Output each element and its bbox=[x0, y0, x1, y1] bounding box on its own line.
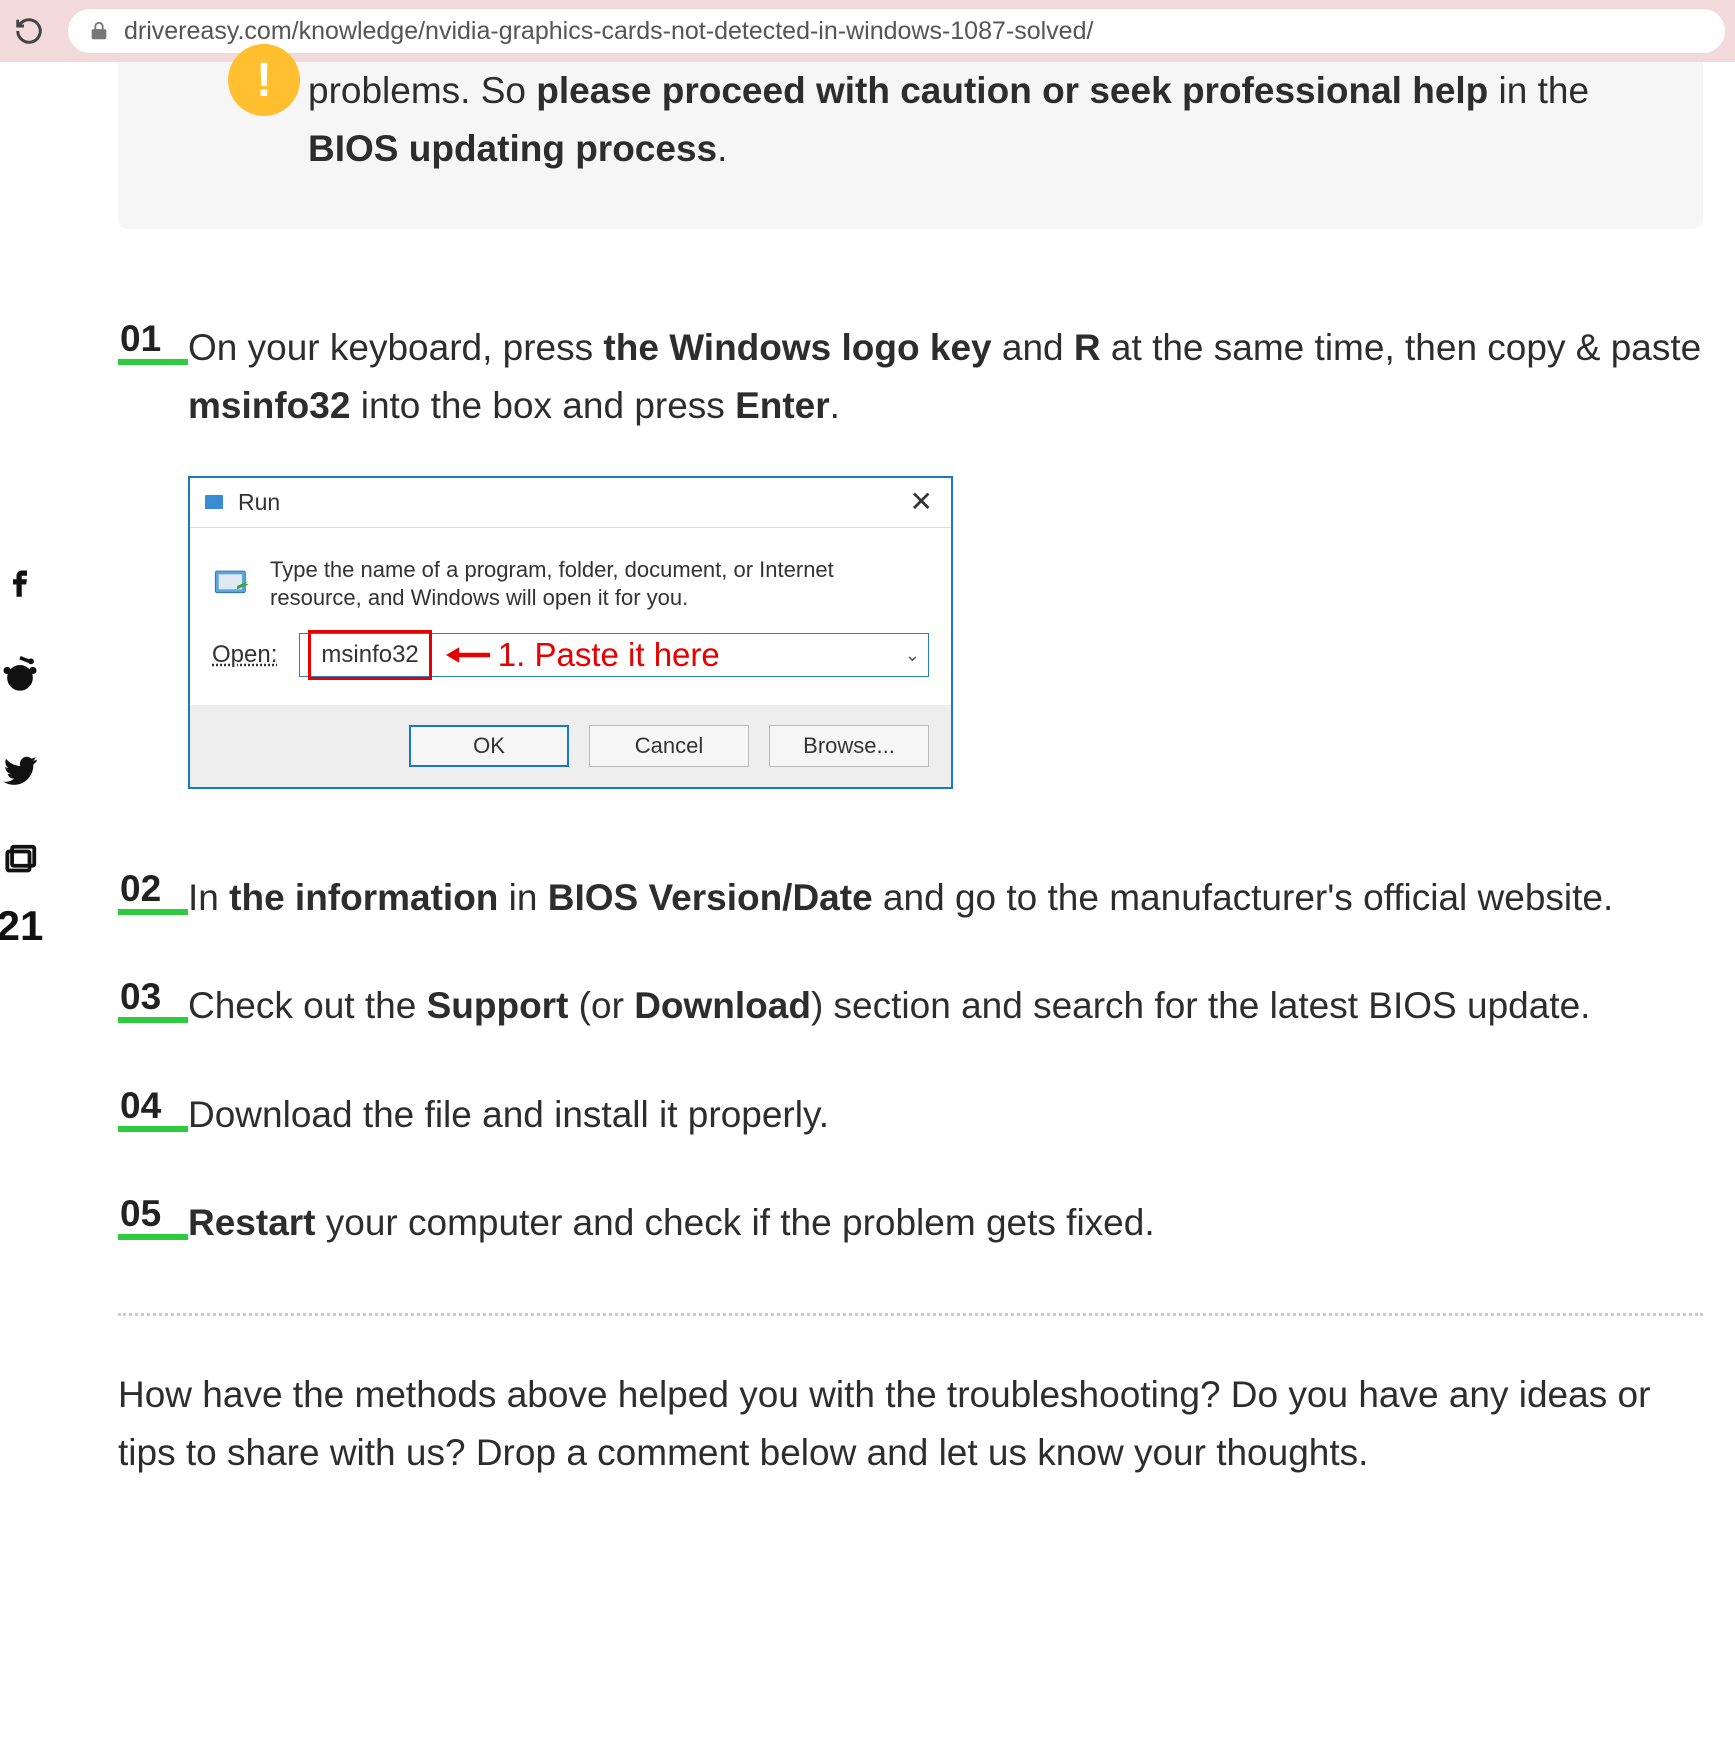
step-number: 03 bbox=[118, 977, 188, 1023]
section-divider bbox=[118, 1313, 1703, 1316]
step-03: 03Check out the Support (or Download) se… bbox=[118, 977, 1703, 1035]
page-url: drivereasy.com/knowledge/nvidia-graphics… bbox=[124, 17, 1093, 46]
run-dialog-titlebar: Run ✕ bbox=[190, 478, 951, 528]
step-01: 01On your keyboard, press the Windows lo… bbox=[118, 319, 1703, 789]
step-body: Check out the Support (or Download) sect… bbox=[188, 977, 1703, 1035]
chevron-down-icon[interactable]: ⌄ bbox=[905, 641, 920, 669]
closing-paragraph: How have the methods above helped you wi… bbox=[118, 1366, 1703, 1483]
warning-icon: ! bbox=[228, 44, 300, 116]
step-body: In the information in BIOS Version/Date … bbox=[188, 869, 1703, 927]
open-label: Open: bbox=[212, 636, 277, 674]
step-body: Download the file and install it properl… bbox=[188, 1086, 1703, 1144]
step-04: 04Download the file and install it prope… bbox=[118, 1086, 1703, 1144]
open-input-value: msinfo32 bbox=[308, 630, 431, 680]
ok-button[interactable]: OK bbox=[409, 725, 569, 767]
browse-button[interactable]: Browse... bbox=[769, 725, 929, 767]
step-number: 04 bbox=[118, 1086, 188, 1132]
run-title-text: Run bbox=[238, 484, 280, 520]
step-body: On your keyboard, press the Windows logo… bbox=[188, 319, 1703, 789]
run-dialog: Run ✕ Type the name of a program, folder… bbox=[188, 476, 953, 789]
step-number: 05 bbox=[118, 1194, 188, 1240]
run-description: Type the name of a program, folder, docu… bbox=[270, 556, 929, 613]
share-count: 21 bbox=[0, 902, 43, 950]
address-url-field[interactable]: drivereasy.com/knowledge/nvidia-graphics… bbox=[68, 9, 1725, 53]
open-input[interactable]: msinfo32 1. Paste it here ⌄ bbox=[299, 633, 929, 677]
step-body: Restart your computer and check if the p… bbox=[188, 1194, 1703, 1252]
reload-icon[interactable] bbox=[10, 12, 48, 50]
step-02: 02In the information in BIOS Version/Dat… bbox=[118, 869, 1703, 927]
step-number: 01 bbox=[118, 319, 188, 365]
close-icon[interactable]: ✕ bbox=[904, 480, 939, 524]
warning-text: problems. So please proceed with caution… bbox=[308, 62, 1653, 179]
step-number: 02 bbox=[118, 869, 188, 915]
copy-link-icon[interactable] bbox=[1, 842, 39, 890]
facebook-icon[interactable] bbox=[0, 560, 41, 612]
step-05: 05Restart your computer and check if the… bbox=[118, 1194, 1703, 1252]
cancel-button[interactable]: Cancel bbox=[589, 725, 749, 767]
social-share-rail: 21 bbox=[0, 560, 40, 950]
lock-icon bbox=[88, 20, 110, 42]
run-app-icon bbox=[202, 490, 226, 514]
paste-annotation: 1. Paste it here bbox=[444, 629, 720, 681]
reddit-icon[interactable] bbox=[0, 654, 42, 708]
run-folder-icon bbox=[212, 556, 252, 606]
warning-callout: ! problems. So please proceed with cauti… bbox=[118, 62, 1703, 229]
twitter-icon[interactable] bbox=[0, 750, 40, 800]
